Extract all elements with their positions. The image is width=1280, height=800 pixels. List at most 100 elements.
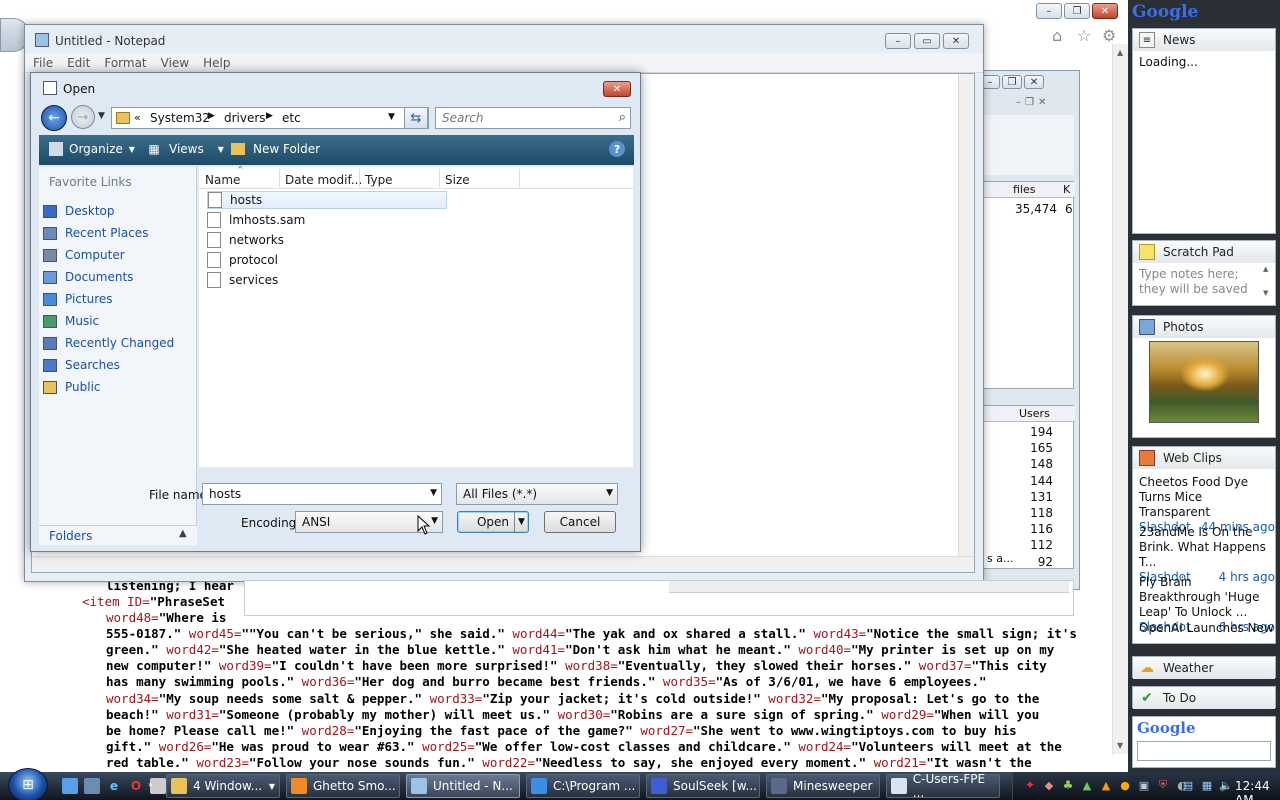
column-date-modified[interactable]: Date modif... [285,173,362,187]
tray-app-icon[interactable]: ▲ [1080,778,1094,792]
tray-app-icon[interactable]: ● [1118,778,1132,792]
news-header[interactable]: ≡ News [1133,29,1275,51]
column-name[interactable]: Name [205,173,240,187]
web-clips-header[interactable]: Web Clips [1133,447,1275,469]
taskbar-button[interactable]: Untitled - N... [406,774,520,798]
forward-arrow-icon[interactable]: → [71,105,95,129]
start-button[interactable]: ⊞ [8,768,48,800]
file-name-dropdown-icon[interactable]: ▼ [430,488,437,498]
quick-launch-expand-icon[interactable]: » [148,780,153,789]
nav-link-desktop[interactable]: Desktop [43,201,115,221]
back-arrow-icon[interactable]: ← [41,105,67,131]
photo-thumbnail[interactable] [1149,341,1259,423]
notepad-close-button[interactable]: ✕ [943,33,969,49]
search-icon[interactable]: ⌕ [619,110,626,125]
weather-header[interactable]: ☁ Weather [1133,657,1275,679]
nav-link-recently-changed[interactable]: Recently Changed [43,333,174,353]
ie-quicklaunch-icon[interactable]: e [106,778,122,794]
notepad-vertical-scrollbar[interactable] [958,74,974,556]
gear-icon[interactable]: ⚙ [1102,26,1116,45]
menu-help[interactable]: Help [195,53,236,70]
breadcrumb-drivers[interactable]: drivers [224,111,266,125]
tray-app-icon[interactable]: ◆ [1042,778,1056,792]
browser-minimize-button[interactable]: – [1036,3,1062,19]
vlc-tray-icon[interactable]: ▲ [1099,778,1113,792]
column-type[interactable]: Type [365,173,393,187]
history-dropdown-icon[interactable]: ▼ [98,111,105,121]
open-options-dropdown-icon[interactable]: ▼ [514,512,528,532]
nav-link-recent-places[interactable]: Recent Places [43,223,148,243]
google-search-input[interactable] [1137,741,1271,761]
scratch-pad-header[interactable]: Scratch Pad [1133,241,1275,263]
google-logo[interactable]: Google [1132,2,1198,22]
file-row-services[interactable]: services [207,271,447,289]
taskbar-button[interactable]: C:\Program ... [526,774,640,798]
breadcrumb-system32[interactable]: System32 [150,111,210,125]
display-icon[interactable]: ▦ [1200,778,1214,792]
taskbar-button[interactable]: 4 Window... ▼ [166,774,280,798]
search-input[interactable]: Search ⌕ [435,107,631,129]
nav-link-public[interactable]: Public [43,377,101,397]
opera-icon[interactable]: O [128,778,144,794]
file-row-networks[interactable]: networks [207,231,447,249]
taskbar-button[interactable]: Ghetto Smo... [286,774,400,798]
web-clip-headline[interactable]: 23andMe Is On the Brink. What Happens T.… [1139,525,1275,570]
organize-button[interactable]: Organize ▼ [49,142,135,156]
home-icon[interactable]: ⌂ [1052,26,1062,45]
security-shield-icon[interactable]: ⛨ [1156,778,1170,792]
dialog-close-button[interactable]: ✕ [603,81,631,97]
notepad-horizontal-scrollbar[interactable] [32,556,974,572]
file-row-protocol[interactable]: protocol [207,251,447,269]
file-row-lmhosts-sam[interactable]: lmhosts.sam [207,211,447,229]
nav-link-documents[interactable]: Documents [43,267,133,287]
new-folder-button[interactable]: New Folder [231,142,320,156]
network-icon[interactable]: ▤ [1181,778,1195,792]
web-clip-headline[interactable]: OpenAI Launches New [1139,621,1275,636]
favorites-star-icon[interactable]: ☆ [1077,26,1091,45]
tray-app-icon[interactable]: ✦ [1023,778,1037,792]
menu-view[interactable]: View [153,53,195,70]
tray-app-icon[interactable]: ▣ [1137,778,1151,792]
scratch-pad-input[interactable]: Type notes here; they will be saved [1139,267,1259,297]
todo-gadget[interactable]: ✔ To Do [1132,686,1276,709]
web-clip-headline[interactable]: Fly Brain Breakthrough 'Huge Leap' To Un… [1139,575,1275,620]
views-button[interactable]: ▦ Views ▼ [147,142,224,156]
taskbar-button[interactable]: C-Users-FPE ... [886,772,1000,800]
cancel-button[interactable]: Cancel [544,511,616,533]
weather-gadget[interactable]: ☁ Weather [1132,656,1276,679]
nav-link-pictures[interactable]: Pictures [43,289,113,309]
taskbar-button[interactable]: Minesweeper [766,774,880,798]
explorer-close-button[interactable]: ✕ [1024,75,1044,89]
file-row-hosts[interactable]: hosts [207,191,447,209]
taskbar-button[interactable]: SoulSeek [w... [646,774,760,798]
file-name-input[interactable]: hosts ▼ [202,483,442,505]
help-icon[interactable]: ? [609,141,625,157]
nav-link-music[interactable]: Music [43,311,99,331]
explorer-restore-button[interactable]: ❐ [1002,75,1022,89]
nav-link-computer[interactable]: Computer [43,245,125,265]
todo-header[interactable]: ✔ To Do [1133,687,1275,709]
address-bar[interactable]: « System32 ▶ drivers ▶ etc ▼ [111,107,429,129]
menu-file[interactable]: File [25,53,59,70]
notepad-maximize-button[interactable]: ▭ [914,33,940,49]
refresh-icon[interactable]: ⇆ [404,107,428,129]
folders-toggle[interactable]: Folders ▲ [39,525,197,545]
switch-windows-icon[interactable] [84,778,100,794]
browser-scrollbar[interactable]: ▲ ▼ [1112,44,1128,754]
tray-app-icon[interactable]: ♣ [1061,778,1075,792]
nav-link-searches[interactable]: Searches [43,355,120,375]
scratch-pad-scrollbar[interactable]: ▲ ▼ [1263,265,1273,301]
web-clip-headline[interactable]: Cheetos Food Dye Turns Mice Transparent [1139,475,1275,520]
menu-format[interactable]: Format [96,53,152,70]
notepad-minimize-button[interactable]: – [885,33,911,49]
clock[interactable]: 12:44 AM [1235,779,1280,800]
browser-restore-button[interactable]: ❐ [1064,3,1090,19]
file-type-select[interactable]: All Files (*.*) ▼ [456,483,618,505]
address-dropdown-icon[interactable]: ▼ [388,112,395,122]
menu-edit[interactable]: Edit [59,53,96,70]
volume-icon[interactable]: 🔈 [1219,778,1233,792]
web-clip-item[interactable]: OpenAI Launches New [1139,621,1275,636]
column-size[interactable]: Size [445,173,470,187]
browser-close-button[interactable]: ✕ [1092,3,1118,19]
photos-header[interactable]: Photos [1133,316,1275,338]
